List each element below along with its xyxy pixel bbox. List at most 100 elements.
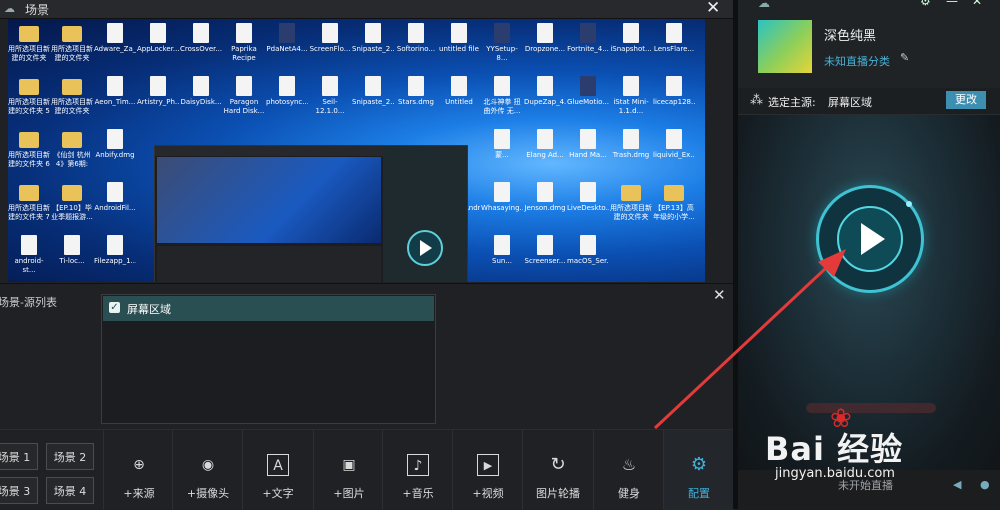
edit-pencil-icon[interactable]: ✎ xyxy=(900,51,909,64)
folder-icon xyxy=(19,132,39,148)
desktop-icon-label: Stars.dmg xyxy=(398,98,434,106)
add-music-button[interactable]: ♪ +音乐 xyxy=(382,430,453,510)
checkbox[interactable]: ✓ xyxy=(109,302,120,313)
folder-icon xyxy=(664,185,684,201)
add-video-button[interactable]: ▶ +视频 xyxy=(452,430,523,510)
close-icon[interactable]: ✕ xyxy=(972,0,982,8)
folder-icon xyxy=(62,185,82,201)
microphone-icon[interactable]: ● xyxy=(980,478,990,491)
scene-button-3[interactable]: 场景 3 xyxy=(0,477,38,504)
desktop-file: photosync... xyxy=(266,74,308,118)
desktop-folder: 【EP.10】毕业季题报游... xyxy=(51,180,93,224)
desktop-icon-label: android-st... xyxy=(14,257,44,274)
folder-icon xyxy=(621,185,641,201)
desktop-icon-label: 《仙剑 杭州4》第6期: xyxy=(53,151,91,168)
room-name: 深色纯黑 xyxy=(824,29,877,44)
file-icon xyxy=(451,76,467,96)
slideshow-button[interactable]: ↻ 图片轮播 xyxy=(522,430,593,510)
tool-label: +图片 xyxy=(333,487,365,500)
desktop-file: PdaNetA4... xyxy=(266,21,308,65)
desktop-file: Adware_Za_Cleaner_2... xyxy=(94,21,136,65)
file-icon xyxy=(666,129,682,149)
file-icon xyxy=(580,23,596,43)
file-icon xyxy=(107,23,123,43)
add-source-button[interactable]: ⊕ +来源 xyxy=(103,430,174,510)
source-item[interactable]: ✓ 屏幕区域 xyxy=(103,296,434,321)
scene-button-1[interactable]: 场景 1 xyxy=(0,443,38,470)
source-list-panel: 场景-源列表 ✕ ✓ 屏幕区域 xyxy=(0,283,733,429)
desktop-file: Elang Ad... xyxy=(524,127,566,171)
desktop-file: 蒙... xyxy=(481,127,523,171)
desktop-file: Ti-loc... xyxy=(51,233,93,277)
desktop-icon-label: YYSetup-8... xyxy=(486,45,518,62)
nested-source-area xyxy=(157,246,381,282)
desktop-folder: 用所选项目新建的文件夹 7 xyxy=(8,180,50,224)
file-icon xyxy=(365,76,381,96)
desktop-file: liquivid_Ex... xyxy=(653,127,695,171)
desktop-file: ScreenFlo... xyxy=(309,21,351,65)
app-logo-icon: ☁ xyxy=(758,0,770,10)
desktop-file: Sun... xyxy=(481,233,523,277)
room-category-link[interactable]: 未知直播分类 xyxy=(824,53,890,69)
scene-button-4[interactable]: 场景 4 xyxy=(46,477,94,504)
desktop-icon-label: 用所选项目新建的文件夹 6 xyxy=(8,151,50,168)
desktop-folder: 《仙剑 杭州4》第6期: xyxy=(51,127,93,171)
fitness-button[interactable]: ♨ 健身 xyxy=(593,430,664,510)
file-icon xyxy=(537,235,553,255)
desktop-icon-label: 用所选项目新建的文件夹 xyxy=(51,98,93,115)
desktop-file: AppLocker... xyxy=(137,21,179,65)
loading-icon: ⁂ xyxy=(750,93,763,108)
desktop-icon-label: 用所选项目新建的文件夹 xyxy=(8,45,50,62)
file-icon xyxy=(193,23,209,43)
scene-button-2[interactable]: 场景 2 xyxy=(46,443,94,470)
desktop-file: YYSetup-8... xyxy=(481,21,523,65)
file-icon xyxy=(623,129,639,149)
minimize-icon[interactable]: — xyxy=(946,0,958,8)
desktop-file: macOS_Ser... xyxy=(567,233,609,277)
source-selector: ⁂ 选定主源: 屏幕区域 更改 xyxy=(738,88,1000,115)
add-camera-button[interactable]: ◉ +摄像头 xyxy=(172,430,243,510)
desktop-file: Aeon_Tim... xyxy=(94,74,136,118)
scene-preview[interactable]: 用所选项目新建的文件夹用所选项目新建的文件夹Adware_Za_Cleaner_… xyxy=(8,19,705,282)
file-icon xyxy=(537,129,553,149)
file-icon xyxy=(322,76,338,96)
desktop-icon-label: Aeon_Tim... xyxy=(94,98,136,106)
desktop-file: Artistry_Ph... xyxy=(137,74,179,118)
file-icon xyxy=(537,182,553,202)
change-source-button[interactable]: 更改 xyxy=(946,91,986,109)
desktop-icon-label: 用所选项目新建的文件夹 xyxy=(610,204,652,221)
nested-title-bar xyxy=(155,146,383,156)
file-icon xyxy=(580,235,596,255)
room-thumbnail[interactable] xyxy=(758,20,812,73)
file-icon xyxy=(365,23,381,43)
close-icon[interactable]: ✕ xyxy=(706,0,720,18)
settings-icon[interactable]: ⚙ xyxy=(920,0,931,8)
desktop-file: Paragon Hard Disk... xyxy=(223,74,265,118)
desktop-icon-label: DaisyDisk... xyxy=(180,98,222,106)
ring-dot xyxy=(906,201,912,207)
desktop-file: android-st... xyxy=(8,233,50,277)
desktop-file: iStat Mini-1.1.d... xyxy=(610,74,652,118)
play-icon[interactable] xyxy=(861,223,885,255)
desktop-file: untitled file xyxy=(438,21,480,65)
tool-label: 健身 xyxy=(618,487,640,500)
file-icon xyxy=(494,76,510,96)
desktop-file: 北斗神拳 扭曲外传 无... xyxy=(481,74,523,118)
file-icon xyxy=(107,76,123,96)
desktop-icon-label: Filezapp_1... xyxy=(94,257,136,265)
nested-app-capture xyxy=(154,145,468,282)
window-title: 场景 xyxy=(25,3,50,17)
desktop-icon-label: LiveDeskto... xyxy=(567,204,609,212)
desktop-file: licecap128... xyxy=(653,74,695,118)
desktop-icon-label: Jenson.dmg xyxy=(524,204,566,212)
text-icon: A xyxy=(267,454,289,476)
tool-label: +文字 xyxy=(262,487,294,500)
desktop-file: Whasaying... xyxy=(481,180,523,224)
tool-label: +视频 xyxy=(472,487,504,500)
close-icon[interactable]: ✕ xyxy=(713,286,726,304)
add-image-button[interactable]: ▣ +图片 xyxy=(313,430,384,510)
settings-button[interactable]: ⚙ 配置 xyxy=(663,430,734,510)
add-text-button[interactable]: A +文字 xyxy=(242,430,313,510)
file-icon xyxy=(666,76,682,96)
webcam-icon: ◉ xyxy=(201,457,215,473)
